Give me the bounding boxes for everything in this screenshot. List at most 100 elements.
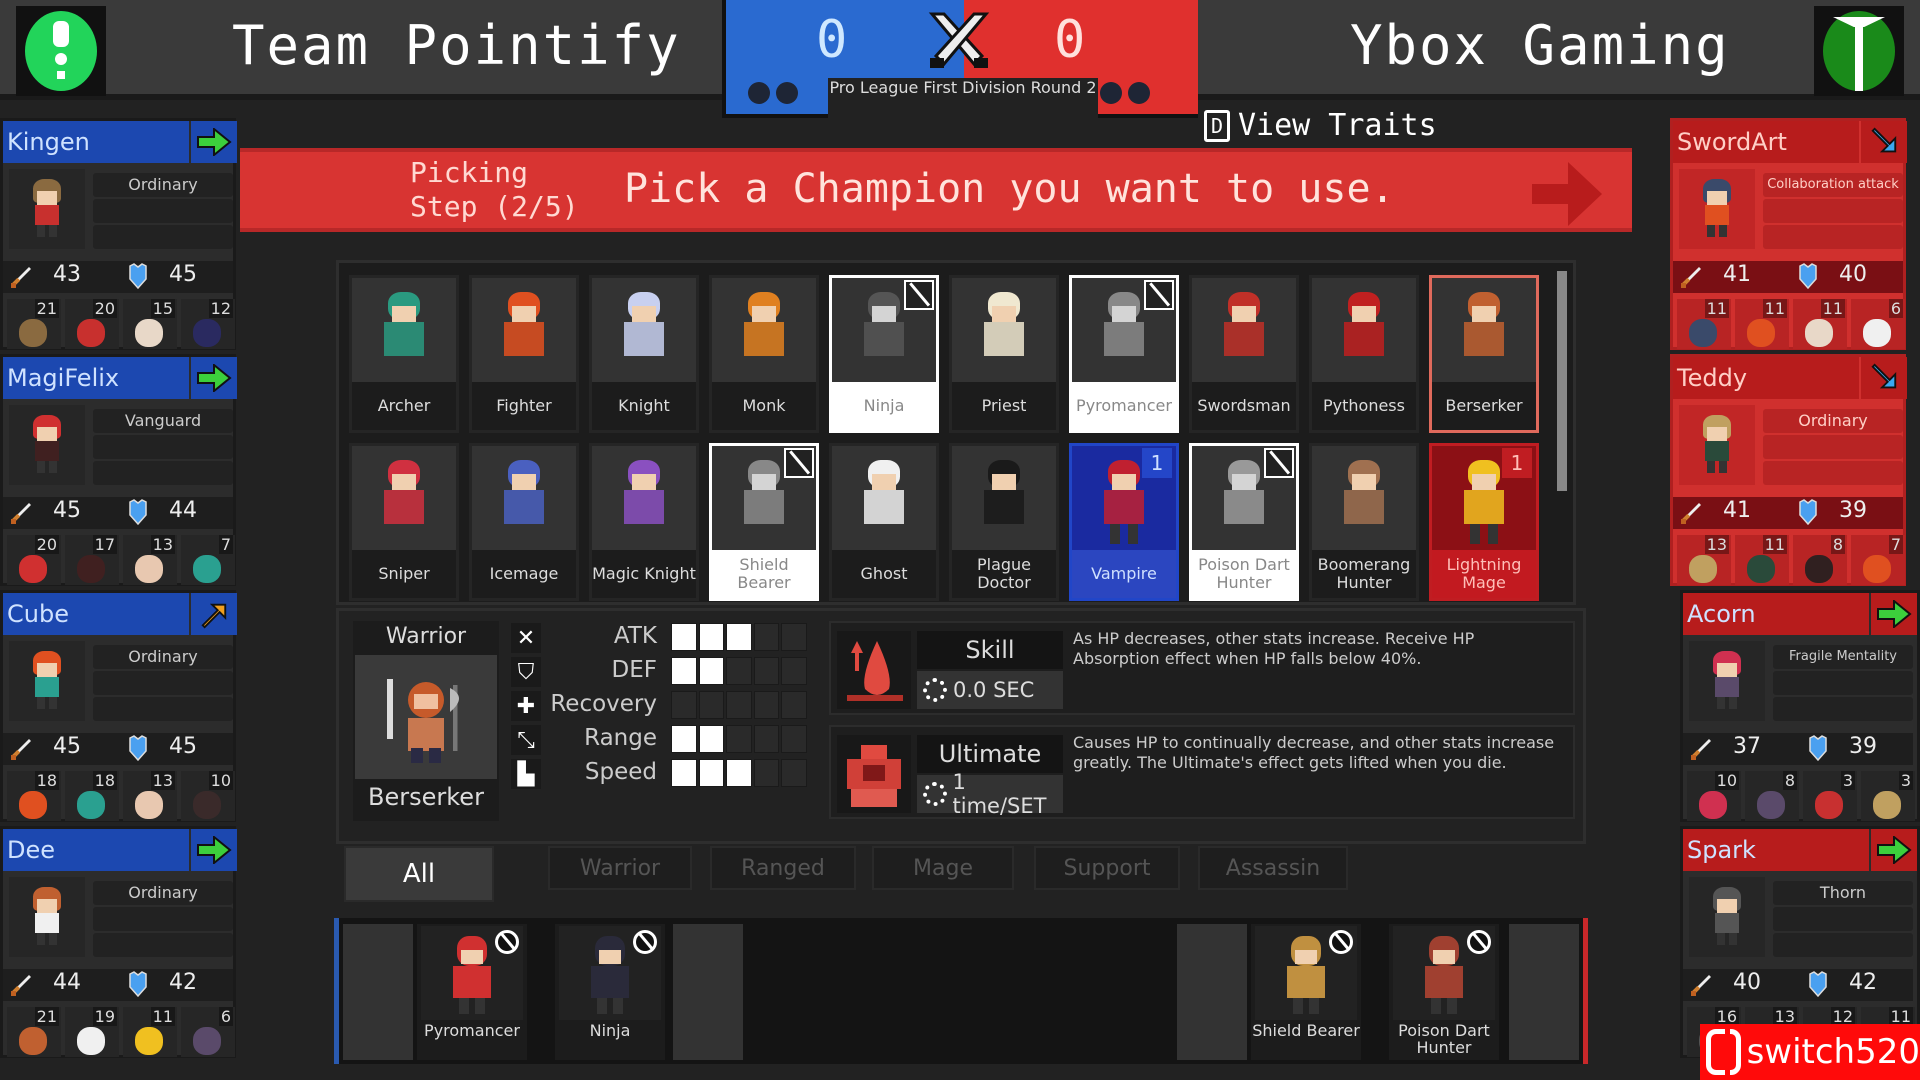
champion-mastery-slot: 12: [181, 299, 235, 349]
player-name: Dee: [3, 829, 189, 871]
banned-champion-slot: Pyromancer: [417, 924, 527, 1060]
champion-mastery-slot: 20: [65, 299, 119, 349]
move-arrow-button[interactable]: [191, 829, 237, 871]
mastery-count: 13: [1704, 535, 1729, 554]
ban-icon: [1329, 930, 1353, 954]
champion-portrait: [355, 655, 497, 779]
move-arrow-button[interactable]: [191, 593, 237, 635]
champion-mastery-slot: 7: [181, 535, 235, 585]
champion-face-icon: [1815, 791, 1843, 819]
champion-mastery-slot: 10: [181, 771, 235, 821]
defense-icon: [1799, 263, 1817, 290]
filter-tab-all[interactable]: All: [344, 846, 494, 902]
range-icon: ⤡: [511, 725, 541, 755]
mastery-count: 7: [1888, 535, 1903, 554]
swap-arrow-button[interactable]: [1861, 121, 1907, 163]
champion-tile-name: Icemage: [472, 550, 576, 598]
right-series-dots: [1100, 82, 1150, 104]
empty-ban-slot: [343, 924, 413, 1060]
champion-grid-scrollbar[interactable]: [1557, 271, 1567, 491]
mastery-count: 11: [1762, 299, 1787, 318]
move-arrow-button[interactable]: [1871, 593, 1917, 635]
swap-arrow-button[interactable]: [1861, 357, 1907, 399]
mastery-count: 3: [1840, 771, 1855, 790]
champion-tile[interactable]: Ninja: [829, 275, 939, 433]
champion-mastery-slot: 3: [1861, 771, 1915, 821]
champion-sprite-icon: [376, 460, 432, 546]
ultimate-description: Causes HP to continually decrease, and o…: [1073, 733, 1555, 772]
move-arrow-button[interactable]: [1871, 829, 1917, 871]
player-name: SwordArt: [1673, 121, 1859, 163]
pick-order-badge: 1: [1142, 448, 1172, 478]
player-card[interactable]: Cube Ordinary 45 45 18 18 13 10: [0, 590, 237, 822]
champion-face-icon: [193, 319, 221, 347]
filter-tab-ranged[interactable]: Ranged: [710, 846, 856, 890]
defense-icon: [1809, 971, 1827, 998]
player-trait: [1773, 671, 1913, 695]
player-stats: 45 44: [3, 497, 233, 529]
champion-tile[interactable]: 1 Vampire: [1069, 443, 1179, 601]
champion-tile[interactable]: Archer: [349, 275, 459, 433]
champion-tile[interactable]: Poison Dart Hunter: [1189, 443, 1299, 601]
filter-tab-support[interactable]: Support: [1034, 846, 1180, 890]
player-defense-value: 42: [1849, 970, 1877, 995]
key-hint-icon: D: [1204, 109, 1230, 142]
champion-sprite-icon: [1456, 292, 1512, 378]
champion-class: Warrior: [385, 624, 467, 649]
rage-armor-icon: [837, 735, 911, 813]
player-sprite-icon: [29, 651, 65, 711]
ban-icon: [495, 930, 519, 954]
champion-mastery-slot: 3: [1803, 771, 1857, 821]
champion-tile[interactable]: Magic Knight: [589, 443, 699, 601]
ban-icon: [784, 448, 814, 478]
champion-tile[interactable]: Sniper: [349, 443, 459, 601]
blue-arrow-icon: [1871, 363, 1897, 389]
player-sprite-icon: [29, 887, 65, 947]
orange-arrow-icon: [201, 603, 227, 629]
player-card[interactable]: Kingen Ordinary 43 45 21 20 15 12: [0, 118, 237, 350]
move-arrow-button[interactable]: [191, 121, 237, 163]
champion-mastery-slot: 19: [65, 1007, 119, 1057]
champion-tile[interactable]: Knight: [589, 275, 699, 433]
champion-mastery-slot: 11: [1793, 299, 1847, 349]
champion-tile-name: Ghost: [832, 550, 936, 598]
champion-tile[interactable]: Priest: [949, 275, 1059, 433]
player-card[interactable]: Dee Ordinary 44 42 21 19 11 6: [0, 826, 237, 1058]
filter-tab-mage[interactable]: Mage: [872, 846, 1014, 890]
champion-tile[interactable]: 1 Lightning Mage: [1429, 443, 1539, 601]
champion-tile[interactable]: Boomerang Hunter: [1309, 443, 1419, 601]
player-card[interactable]: MagiFelix Vanguard 45 44 20 17 13 7: [0, 354, 237, 586]
blue-arrow-icon: [1871, 127, 1897, 153]
move-arrow-button[interactable]: [191, 357, 237, 399]
player-card[interactable]: Teddy Ordinary 41 39 13 11 8 7: [1670, 354, 1907, 586]
champion-tile[interactable]: Swordsman: [1189, 275, 1299, 433]
champion-face-icon: [135, 1027, 163, 1055]
stat-bar-segment: [726, 623, 752, 651]
player-stats: 43 45: [3, 261, 233, 293]
champion-face-icon: [77, 791, 105, 819]
champion-tile[interactable]: Monk: [709, 275, 819, 433]
champion-tile-name: Berserker: [1432, 382, 1536, 430]
champion-tile[interactable]: Pyromancer: [1069, 275, 1179, 433]
champion-tile[interactable]: Icemage: [469, 443, 579, 601]
stat-bar-segment: [698, 759, 725, 787]
filter-tab-warrior[interactable]: Warrior: [548, 846, 692, 890]
player-name: Kingen: [3, 121, 189, 163]
player-card[interactable]: Acorn Fragile Mentality 37 39 10 8 3 3: [1680, 590, 1920, 822]
player-stats: 44 42: [3, 969, 233, 1001]
champion-tile[interactable]: Berserker: [1429, 275, 1539, 433]
champion-tile[interactable]: Shield Bearer: [709, 443, 819, 601]
champion-tile[interactable]: Pythoness: [1309, 275, 1419, 433]
view-traits-button[interactable]: D View Traits: [1204, 108, 1437, 143]
defense-icon: [129, 263, 147, 290]
filter-tab-assassin[interactable]: Assassin: [1198, 846, 1348, 890]
player-card[interactable]: SwordArt Collaboration attack 41 40 11 11 11 6: [1670, 118, 1907, 350]
banner-instruction: Pick a Champion you want to use.: [624, 166, 1395, 212]
right-team-name: Ybox Gaming: [1350, 14, 1730, 77]
player-sprite-icon: [29, 415, 65, 475]
champion-tile[interactable]: Ghost: [829, 443, 939, 601]
shield-icon: ⛉: [511, 657, 541, 687]
champion-tile[interactable]: Plague Doctor: [949, 443, 1059, 601]
champion-tile[interactable]: Fighter: [469, 275, 579, 433]
player-champion-pool: 20 17 13 7: [7, 535, 235, 585]
